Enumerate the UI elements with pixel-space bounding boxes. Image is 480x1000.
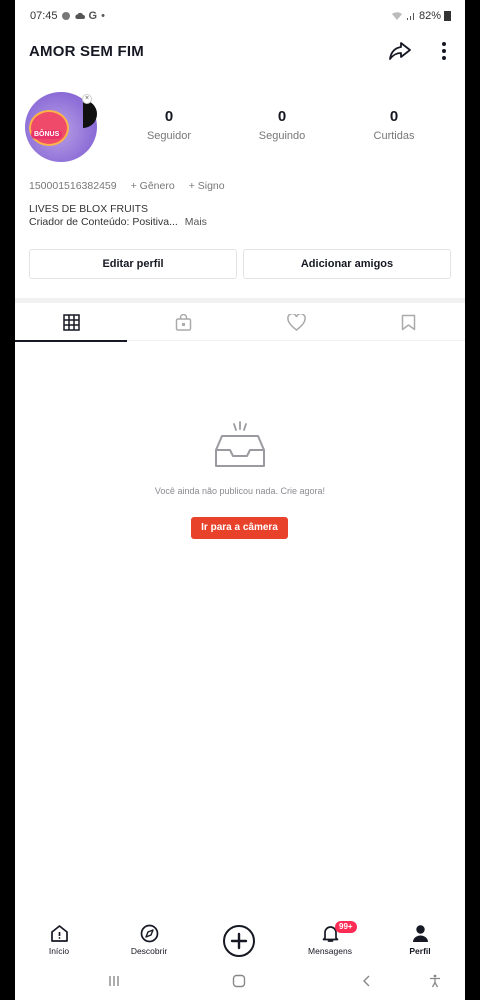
page-title: AMOR SEM FIM bbox=[29, 43, 144, 60]
lock-bag-icon bbox=[175, 313, 191, 331]
cloud-icon bbox=[74, 12, 85, 19]
user-id: 150001516382459 bbox=[29, 180, 117, 192]
system-nav-bar bbox=[15, 968, 465, 1000]
avatar-shape bbox=[83, 100, 97, 128]
stat-label: Seguindo bbox=[258, 130, 306, 142]
google-icon: G bbox=[88, 10, 98, 22]
wifi-icon bbox=[391, 11, 402, 20]
back-icon[interactable] bbox=[360, 974, 374, 988]
bonus-gift-icon bbox=[29, 110, 69, 146]
add-gender-link[interactable]: + Gênero bbox=[131, 180, 175, 192]
inbox-tray-icon bbox=[215, 421, 265, 467]
dot-icon: • bbox=[101, 10, 105, 22]
notification-dot-icon bbox=[61, 12, 70, 20]
stat-value: 0 bbox=[389, 108, 399, 125]
more-vertical-icon[interactable] bbox=[441, 41, 447, 61]
heart-icon bbox=[286, 313, 306, 331]
nav-label: Início bbox=[48, 946, 70, 956]
stat-following[interactable]: 0 Seguindo bbox=[242, 108, 322, 142]
bio-text: Criador de Conteúdo: Positiva... bbox=[29, 216, 178, 228]
compass-icon bbox=[140, 924, 158, 943]
create-button[interactable] bbox=[223, 925, 255, 957]
profile-icon bbox=[412, 925, 428, 942]
nav-label: Descobrir bbox=[130, 946, 168, 956]
empty-state-message: Você ainda não publicou nada. Crie agora… bbox=[154, 486, 326, 496]
nav-home[interactable]: Início bbox=[29, 918, 89, 956]
accessibility-icon[interactable] bbox=[428, 974, 442, 988]
recent-apps-icon[interactable] bbox=[107, 974, 121, 988]
home-button-icon[interactable] bbox=[232, 974, 246, 988]
bio-line-2: Criador de Conteúdo: Positiva... Mais bbox=[29, 216, 207, 229]
bio-more-link[interactable]: Mais bbox=[185, 216, 207, 228]
tab-private[interactable] bbox=[127, 303, 239, 341]
status-right: 82% bbox=[391, 10, 451, 22]
stat-followers[interactable]: 0 Seguidor bbox=[129, 108, 209, 142]
signal-icon bbox=[406, 12, 414, 20]
plus-icon bbox=[230, 932, 248, 950]
tab-liked[interactable] bbox=[240, 303, 352, 341]
close-icon[interactable]: × bbox=[82, 94, 92, 104]
grid-icon bbox=[62, 313, 80, 331]
tab-videos[interactable] bbox=[15, 303, 127, 342]
tab-saved[interactable] bbox=[352, 303, 464, 341]
profile-bio: LIVES DE BLOX FRUITS Criador de Conteúdo… bbox=[29, 203, 207, 229]
go-to-camera-button[interactable]: Ir para a câmera bbox=[191, 517, 288, 539]
stat-value: 0 bbox=[164, 108, 174, 125]
active-tab-indicator bbox=[15, 340, 127, 342]
profile-meta: 150001516382459 + Gênero + Signo bbox=[29, 180, 225, 192]
bookmark-icon bbox=[401, 314, 415, 330]
add-friends-button[interactable]: Adicionar amigos bbox=[243, 249, 451, 279]
share-arrow-icon[interactable] bbox=[387, 38, 413, 64]
add-sign-link[interactable]: + Signo bbox=[189, 180, 225, 192]
nav-profile[interactable]: Perfil bbox=[390, 918, 450, 956]
stat-label: Curtidas bbox=[373, 130, 415, 142]
status-bar: 07:45 G • 82% bbox=[15, 0, 465, 32]
app-screen: 07:45 G • 82% AMOR SEM FIM BÔNUS × 0 Seg… bbox=[15, 0, 465, 1000]
clock: 07:45 bbox=[30, 10, 58, 22]
nav-label: Mensagens bbox=[308, 946, 352, 956]
nav-label: Perfil bbox=[409, 946, 431, 956]
battery-icon bbox=[444, 11, 451, 21]
nav-discover[interactable]: Descobrir bbox=[119, 918, 179, 956]
messages-badge: 99+ bbox=[335, 921, 357, 933]
bottom-nav: Início Descobrir Mensagens Perfil bbox=[15, 918, 465, 964]
content-tabs bbox=[15, 303, 465, 342]
profile-header: AMOR SEM FIM bbox=[15, 36, 465, 68]
battery-percent: 82% bbox=[418, 10, 441, 22]
home-icon bbox=[50, 925, 68, 942]
status-left: 07:45 G • bbox=[30, 10, 105, 22]
stat-value: 0 bbox=[277, 108, 287, 125]
stat-likes[interactable]: 0 Curtidas bbox=[354, 108, 434, 142]
stat-label: Seguidor bbox=[146, 130, 192, 142]
bonus-badge: BÔNUS bbox=[31, 130, 63, 139]
bio-line: LIVES DE BLOX FRUITS bbox=[29, 203, 149, 215]
avatar[interactable]: BÔNUS × bbox=[25, 92, 97, 162]
edit-profile-button[interactable]: Editar perfil bbox=[29, 249, 237, 279]
